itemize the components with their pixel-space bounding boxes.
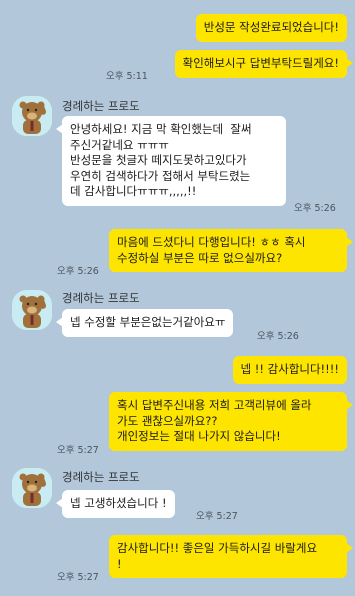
message-bubble-mine[interactable]: 확인해보시구 답변부탁드릴게요! [174,50,354,78]
sender-name: 경례하는 프로도 [62,291,140,305]
message-time: 오후 5:26 [57,266,99,277]
message-time: 오후 5:27 [196,511,238,522]
sender-name: 경례하는 프로도 [62,99,140,113]
sender-avatar[interactable] [12,290,52,330]
message-time: 오후 5:26 [294,203,336,214]
message-time: 오후 5:26 [257,331,299,342]
message-bubble-other[interactable]: 안녕하세요! 지금 막 확인했는데 잘써 주신거같네요 ㅠㅠㅠ 반성문을 첫글자… [56,116,286,206]
message-bubble-mine[interactable]: 넵 !! 감사합니다!!!! [232,356,347,384]
message-bubble-mine[interactable]: 마음에 드셨다니 다행입니다! ㅎㅎ 혹시 수정하실 부분은 따로 없으실까요? [109,229,353,272]
frodo-salute-avatar-icon [12,468,52,508]
message-time: 오후 5:27 [57,445,99,456]
message-bubble-other[interactable]: 넵 고생하셨습니다 ! [56,490,175,518]
sender-avatar[interactable] [12,96,52,136]
chat-room: 반성문 작성완료되었습니다! 확인해보시구 답변부탁드릴게요! 오후 5:11 … [0,0,355,596]
message-bubble-mine[interactable]: 반성문 작성완료되었습니다! [195,14,347,42]
message-bubble-mine[interactable]: 감사합니다!! 좋은일 가득하시길 바랄게요 ! [109,535,353,578]
sender-name: 경례하는 프로도 [62,470,140,484]
sender-avatar[interactable] [12,468,52,508]
message-time: 오후 5:11 [106,71,148,82]
frodo-salute-avatar-icon [12,290,52,330]
message-bubble-other[interactable]: 넵 수정할 부분은없는거같아요ㅠ [55,309,234,337]
frodo-salute-avatar-icon [12,96,52,136]
message-time: 오후 5:27 [57,572,99,583]
message-bubble-mine[interactable]: 혹시 답변주신내용 저희 고객리뷰에 올라 가도 괜찮으실까요?? 개인정보는 … [109,392,353,451]
